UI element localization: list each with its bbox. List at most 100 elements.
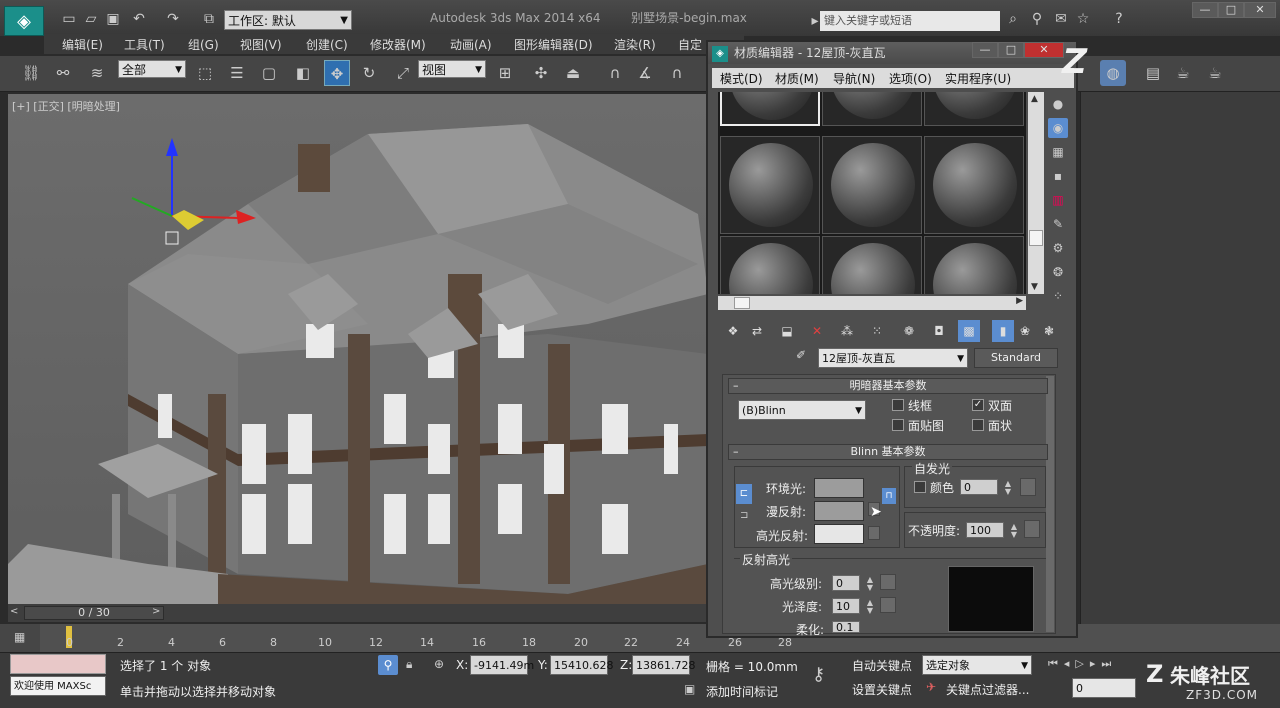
glossiness-map-button[interactable] [880, 597, 896, 613]
select-move-icon[interactable]: ✥ [324, 60, 350, 86]
put-to-scene-icon[interactable]: ⇄ [746, 320, 768, 342]
scroll-up-icon[interactable]: ▲ [1031, 94, 1038, 104]
menu-graph-editors[interactable]: 图形编辑器(D) [514, 36, 593, 53]
selection-lock-icon[interactable]: 🔒︎ [406, 657, 412, 672]
material-name-field[interactable]: 12屋顶-灰直瓦 ▼ [818, 348, 968, 368]
mat-menu-utilities[interactable]: 实用程序(U) [945, 70, 1011, 87]
make-unique-icon[interactable]: ⁙ [866, 320, 888, 342]
menu-modifiers[interactable]: 修改器(M) [370, 36, 426, 53]
material-type-button[interactable]: Standard [974, 348, 1058, 368]
redo-icon[interactable]: ↷ [164, 10, 182, 28]
new-file-icon[interactable]: ▭ [60, 10, 78, 28]
window-crossing-icon[interactable]: ◧ [290, 60, 316, 86]
rect-selection-icon[interactable]: ▢ [256, 60, 282, 86]
scroll-thumb[interactable] [1029, 230, 1043, 246]
backlight-icon[interactable]: ◉ [1048, 118, 1068, 138]
get-material-icon[interactable]: ❖ [722, 320, 744, 342]
video-color-check-icon[interactable]: ▥ [1048, 190, 1068, 210]
assign-to-selection-icon[interactable]: ⬓ [776, 320, 798, 342]
mat-menu-options[interactable]: 选项(O) [889, 70, 932, 87]
reference-coord-dropdown[interactable]: 视图 ▼ [418, 60, 486, 78]
close-button[interactable]: ✕ [1244, 2, 1276, 18]
pick-material-icon[interactable]: ✐ [796, 348, 806, 362]
material-id-channel-icon[interactable]: ◘ [928, 320, 950, 342]
sample-slot[interactable] [720, 136, 820, 234]
render-production-icon[interactable]: ☕ [1170, 60, 1196, 86]
time-slider[interactable]: 0 / 30 [24, 606, 164, 620]
show-end-result-icon[interactable]: ▮ [992, 320, 1014, 342]
track-bar-menu[interactable]: ▦ [0, 624, 40, 652]
slots-vertical-scrollbar[interactable]: ▲ ▼ [1028, 92, 1044, 294]
angle-snap-icon[interactable]: ∡ [632, 60, 658, 86]
mat-close-button[interactable]: ✕ [1024, 42, 1064, 58]
search-input[interactable]: 键入关键字或短语 [820, 11, 1000, 31]
select-object-icon[interactable]: ⬚ [192, 60, 218, 86]
reset-map-icon[interactable]: ✕ [806, 320, 828, 342]
sample-uv-tiling-icon[interactable]: ▪ [1048, 166, 1068, 186]
select-scale-icon[interactable]: ⤢ [390, 60, 416, 86]
z-coordinate-field[interactable]: 13861.728 [632, 655, 696, 675]
self-illum-color-checkbox[interactable] [914, 481, 926, 493]
menu-group[interactable]: 组(G) [188, 36, 219, 53]
snaps-toggle-icon[interactable]: ∩ [602, 60, 628, 86]
menu-tools[interactable]: 工具(T) [124, 36, 165, 53]
mat-menu-navigation[interactable]: 导航(N) [833, 70, 875, 87]
sample-slot[interactable] [924, 92, 1024, 126]
auto-key-button[interactable]: 自动关键点 [852, 657, 912, 674]
communication-icon[interactable]: ✉ [1052, 10, 1070, 28]
help-icon[interactable]: ? [1110, 10, 1128, 28]
lock-ambient-diffuse-icon[interactable]: ⊏ [736, 484, 752, 504]
mat-menu-material[interactable]: 材质(M) [775, 70, 819, 87]
workspace-dropdown[interactable]: 工作区: 默认 ▼ [224, 10, 352, 30]
mat-minimize-button[interactable]: — [972, 42, 998, 58]
background-icon[interactable]: ▦ [1048, 142, 1068, 162]
set-key-button[interactable]: 设置关键点 [852, 681, 912, 698]
rendered-frame-window-icon[interactable]: ▤ [1140, 60, 1166, 86]
sample-slot[interactable] [720, 92, 820, 126]
menu-rendering[interactable]: 渲染(R) [614, 36, 656, 53]
sample-slot[interactable] [720, 236, 820, 294]
maximize-button[interactable]: □ [1218, 2, 1244, 18]
render-iterative-icon[interactable]: ☕ [1202, 60, 1228, 86]
app-logo-icon[interactable]: ◈ [4, 6, 44, 36]
show-map-in-viewport-icon[interactable]: ▩ [958, 320, 980, 342]
select-by-name-icon[interactable]: ☰ [224, 60, 250, 86]
scroll-right-icon[interactable]: ▶ [1016, 296, 1023, 306]
opacity-map-button[interactable] [1024, 520, 1040, 538]
selection-filter-dropdown[interactable]: 全部 ▼ [118, 60, 186, 78]
viewport-label[interactable]: [+] [正交] [明暗处理] [12, 98, 120, 114]
options-icon[interactable]: ⚙ [1048, 238, 1068, 258]
material-map-navigator-icon[interactable]: ⁘ [1048, 286, 1068, 306]
playback-controls[interactable]: ⏮◂▷▸⏭ [1048, 657, 1117, 671]
save-icon[interactable]: ▣ [104, 10, 122, 28]
make-copy-icon[interactable]: ⁂ [836, 320, 858, 342]
specular-map-button[interactable] [868, 526, 880, 540]
mat-maximize-button[interactable]: □ [998, 42, 1024, 58]
ambient-color-swatch[interactable] [814, 478, 864, 498]
menu-customize[interactable]: 自定 [678, 36, 702, 53]
absolute-mode-icon[interactable]: ⊕ [434, 657, 444, 671]
maxscript-listener[interactable] [10, 654, 106, 674]
y-coordinate-field[interactable]: 15410.628 [550, 655, 614, 675]
render-setup-icon[interactable]: ◍ [1100, 60, 1126, 86]
lock-diffuse-specular-icon[interactable]: ⊐ [740, 510, 748, 521]
self-illum-map-button[interactable] [1020, 478, 1036, 496]
key-filter-icon[interactable]: ✈ [926, 680, 936, 694]
scroll-down-icon[interactable]: ▼ [1031, 282, 1038, 292]
sample-slots[interactable] [718, 92, 1026, 294]
opacity-spinner[interactable]: 100 ▲ ▼ [966, 522, 1017, 539]
parameter-scrollbar[interactable] [1046, 376, 1054, 632]
add-time-tag[interactable]: 添加时间标记 [706, 683, 778, 700]
percent-snap-icon[interactable]: ∩ [664, 60, 690, 86]
pivot-center-icon[interactable]: ⊞ [492, 60, 518, 86]
project-folder-icon[interactable]: ⧉ [200, 10, 218, 28]
sample-slot[interactable] [822, 92, 922, 126]
menu-animation[interactable]: 动画(A) [450, 36, 492, 53]
two-sided-checkbox[interactable]: ✓ [972, 399, 984, 411]
put-to-library-icon[interactable]: ❁ [898, 320, 920, 342]
go-forward-sibling-icon[interactable]: ❃ [1038, 320, 1060, 342]
bind-space-warp-icon[interactable]: ≋ [84, 60, 110, 86]
spec-level-map-button[interactable] [880, 574, 896, 590]
keyboard-shortcut-icon[interactable]: ⏏ [560, 60, 586, 86]
diffuse-color-swatch[interactable] [814, 501, 864, 521]
